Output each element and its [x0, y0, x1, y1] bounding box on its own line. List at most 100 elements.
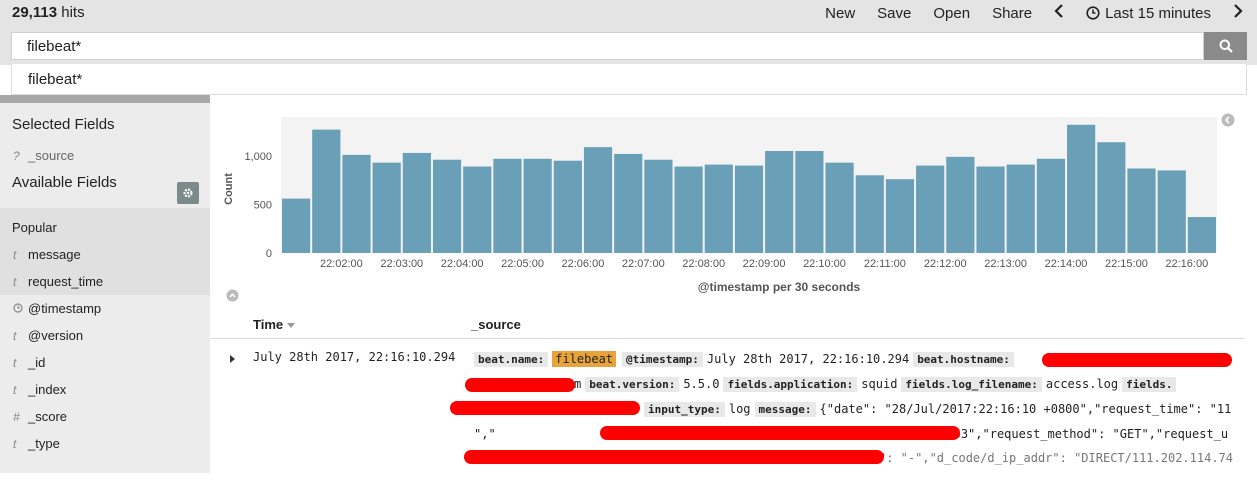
histogram-bar[interactable]: [946, 156, 975, 253]
search-icon: [1219, 39, 1233, 53]
redaction-mark: [600, 426, 960, 440]
histogram-bar[interactable]: [704, 164, 733, 253]
time-forward-button[interactable]: [1233, 4, 1243, 22]
x-tick-label: 22:12:00: [924, 258, 967, 270]
histogram-bar[interactable]: [1157, 170, 1186, 253]
x-axis-label: @timestamp per 30 seconds: [698, 280, 861, 294]
field-index[interactable]: t _index: [0, 376, 210, 403]
redaction-mark: [465, 378, 575, 392]
clock-icon: [1086, 6, 1100, 20]
histogram-bar[interactable]: [312, 129, 341, 253]
histogram-bar[interactable]: [795, 151, 824, 253]
y-tick-label: 500: [254, 199, 272, 211]
histogram-bar[interactable]: [583, 147, 613, 253]
redaction-mark: [464, 450, 884, 464]
table-header: Time _source: [210, 309, 1245, 339]
save-button[interactable]: Save: [877, 5, 911, 22]
histogram-bar[interactable]: [402, 152, 431, 253]
table-collapse-icon[interactable]: [226, 289, 239, 302]
y-tick-label: 1,000: [244, 151, 272, 163]
chart-collapse-icon[interactable]: [1221, 113, 1235, 127]
gear-icon: [183, 188, 193, 198]
chevron-right-icon: [1234, 4, 1243, 18]
x-tick-label: 22:16:00: [1165, 258, 1208, 270]
histogram-bar[interactable]: [644, 159, 673, 253]
x-tick-label: 22:04:00: [441, 258, 484, 270]
top-menu: New Save Open Share Last 15 minutes: [825, 4, 1243, 22]
time-picker[interactable]: Last 15 minutes: [1086, 5, 1211, 22]
column-time-header[interactable]: Time: [253, 317, 295, 332]
table-row[interactable]: July 28th 2017, 22:16:10.294 beat.name: …: [210, 340, 1257, 480]
redaction-mark: [450, 401, 640, 415]
histogram-bar[interactable]: [1127, 168, 1156, 253]
histogram-bar[interactable]: [432, 159, 462, 253]
field-sidebar: Selected Fields ? _source Available Fiel…: [0, 95, 210, 473]
field-version[interactable]: t @version: [0, 322, 210, 349]
x-tick-label: 22:07:00: [622, 258, 665, 270]
histogram-bar[interactable]: [1187, 217, 1216, 253]
main-panel: 0 500 1,000 22:02:00 22:03:00 22:04:00 22:05:…: [210, 95, 1257, 473]
histogram-bar[interactable]: [553, 160, 582, 253]
field-score[interactable]: # _score: [0, 403, 210, 430]
x-tick-label: 22:05:00: [501, 258, 544, 270]
field-id[interactable]: t _id: [0, 349, 210, 376]
new-button[interactable]: New: [825, 5, 855, 22]
histogram-bar[interactable]: [765, 151, 794, 253]
open-button[interactable]: Open: [933, 5, 970, 22]
string-type-icon: t: [13, 355, 17, 370]
histogram-bar[interactable]: [1067, 124, 1096, 254]
time-back-button[interactable]: [1054, 4, 1064, 22]
row-time-cell: July 28th 2017, 22:16:10.294: [253, 350, 456, 364]
time-range-label: Last 15 minutes: [1105, 4, 1211, 22]
hits-count: 29,113 hits: [12, 4, 85, 21]
search-button[interactable]: [1204, 32, 1247, 60]
expand-row-icon[interactable]: [229, 354, 237, 364]
source-line-2: m beat.version: 5.5.0 fields.application…: [474, 374, 1244, 394]
histogram-bar[interactable]: [916, 165, 945, 253]
string-type-icon: t: [13, 328, 17, 343]
x-tick-label: 22:02:00: [320, 258, 363, 270]
sort-down-icon: [286, 323, 295, 328]
histogram-bar[interactable]: [855, 175, 884, 253]
x-tick-label: 22:14:00: [1045, 258, 1088, 270]
histogram-bar[interactable]: [463, 166, 492, 253]
search-suggestion[interactable]: filebeat*: [11, 64, 1247, 95]
field-request-time[interactable]: t request_time: [0, 268, 210, 295]
histogram-bar[interactable]: [342, 154, 371, 253]
histogram-bar[interactable]: [614, 153, 643, 253]
histogram-bar[interactable]: [825, 162, 854, 253]
histogram-bar[interactable]: [734, 165, 764, 253]
string-type-icon: t: [13, 274, 17, 289]
redaction-mark: [1042, 353, 1232, 367]
search-input[interactable]: filebeat*: [11, 32, 1204, 60]
x-tick-label: 22:10:00: [803, 258, 846, 270]
column-source-header[interactable]: _source: [471, 317, 521, 332]
histogram-bar[interactable]: [1097, 142, 1126, 253]
selected-fields-title: Selected Fields: [12, 116, 115, 133]
field-settings-button[interactable]: [177, 182, 199, 204]
x-tick-label: 22:09:00: [743, 258, 786, 270]
histogram-bar[interactable]: [1036, 158, 1066, 253]
histogram-bar[interactable]: [523, 158, 552, 253]
x-tick-label: 22:03:00: [380, 258, 423, 270]
histogram-bar[interactable]: [493, 158, 522, 253]
histogram-bar[interactable]: [1006, 164, 1035, 253]
y-axis-label: Count: [223, 173, 235, 205]
share-button[interactable]: Share: [992, 5, 1032, 22]
field-timestamp[interactable]: @timestamp: [0, 295, 210, 322]
histogram-bar[interactable]: [976, 166, 1005, 253]
string-type-icon: t: [13, 436, 17, 451]
histogram-bar[interactable]: [674, 166, 703, 253]
field-type[interactable]: t _type: [0, 430, 210, 457]
histogram-bar[interactable]: [282, 198, 311, 253]
search-bar-row: filebeat*: [0, 25, 1257, 65]
x-tick-label: 22:13:00: [984, 258, 1027, 270]
top-nav-bar: 29,113 hits New Save Open Share Last 15 …: [0, 0, 1257, 25]
sidebar-top-strip: [0, 95, 210, 103]
histogram-chart[interactable]: 0 500 1,000 22:02:00 22:03:00 22:04:00 22:05:…: [210, 107, 1257, 307]
x-tick-label: 22:11:00: [864, 258, 906, 270]
selected-field-source[interactable]: ? _source: [0, 142, 210, 169]
histogram-bar[interactable]: [885, 179, 915, 253]
histogram-bar[interactable]: [372, 162, 401, 253]
field-message[interactable]: t message: [0, 241, 210, 268]
